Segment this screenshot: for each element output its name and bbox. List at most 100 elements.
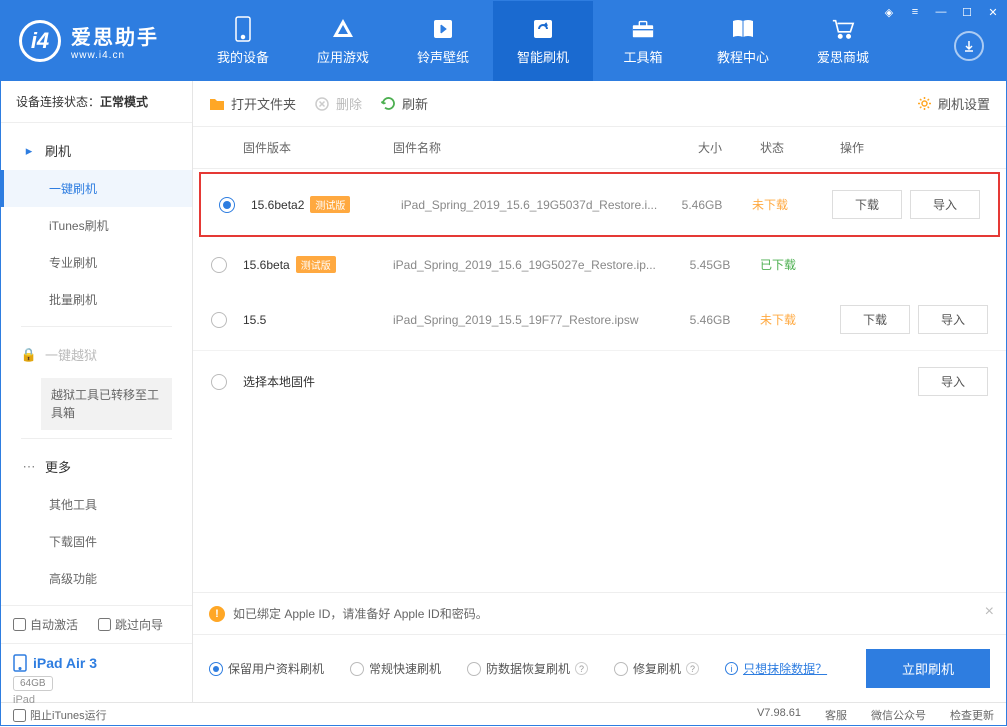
opt-repair[interactable]: 修复刷机? xyxy=(614,660,699,677)
bottom-panel: ! 如已绑定 Apple ID，请准备好 Apple ID和密码。 × 保留用户… xyxy=(193,592,1006,702)
section-jailbreak: 🔒 一键越狱 xyxy=(1,335,192,374)
section-more[interactable]: ⋯ 更多 xyxy=(1,447,192,486)
delete-button[interactable]: 删除 xyxy=(314,94,362,113)
radio-select[interactable] xyxy=(219,197,251,213)
wechat-link[interactable]: 微信公众号 xyxy=(871,707,926,723)
apps-icon xyxy=(331,17,355,41)
col-size: 大小 xyxy=(670,139,750,156)
device-type: iPad xyxy=(13,694,180,706)
warn-icon: ! xyxy=(209,606,225,622)
version-label: V7.98.61 xyxy=(757,707,801,723)
col-version: 固件版本 xyxy=(243,139,393,156)
device-capacity: 64GB xyxy=(13,676,53,691)
device-info: iPad Air 3 64GB iPad xyxy=(1,643,192,716)
jailbreak-note: 越狱工具已转移至工具箱 xyxy=(41,378,172,430)
opt-keep-data[interactable]: 保留用户资料刷机 xyxy=(209,660,324,677)
tab-media[interactable]: 铃声壁纸 xyxy=(393,1,493,81)
flash-options: 保留用户资料刷机 常规快速刷机 防数据恢复刷机? 修复刷机? i只想抹除数据？ … xyxy=(193,634,1006,702)
section-flash[interactable]: ▸ 刷机 xyxy=(1,131,192,170)
sidebar-item-itunes[interactable]: iTunes刷机 xyxy=(1,207,192,244)
col-name: 固件名称 xyxy=(393,139,670,156)
support-link[interactable]: 客服 xyxy=(825,707,847,723)
firmware-row[interactable]: 15.5 iPad_Spring_2019_15.5_19F77_Restore… xyxy=(193,289,1006,351)
skin-icon[interactable]: ◈ xyxy=(880,3,898,21)
firmware-row-local[interactable]: 选择本地固件 导入 xyxy=(193,351,1006,412)
help-icon[interactable]: ? xyxy=(686,662,699,675)
more-icon: ⋯ xyxy=(21,459,37,475)
media-icon xyxy=(431,17,455,41)
update-link[interactable]: 检查更新 xyxy=(950,707,994,723)
book-icon xyxy=(731,17,755,41)
block-itunes-checkbox[interactable]: 阻止iTunes运行 xyxy=(13,707,107,723)
import-button[interactable]: 导入 xyxy=(918,367,988,396)
device-icon xyxy=(231,17,255,41)
firmware-row[interactable]: 15.6beta2测试版 iPad_Spring_2019_15.6_19G50… xyxy=(201,174,998,235)
app-title: 爱思助手 xyxy=(71,21,159,50)
auto-activate-checkbox[interactable]: 自动激活 xyxy=(13,616,78,633)
close-warning-icon[interactable]: × xyxy=(985,603,994,621)
nav-tabs: 我的设备 应用游戏 铃声壁纸 智能刷机 工具箱 教程中心 爱思商城 xyxy=(193,1,893,81)
close-icon[interactable]: ✕ xyxy=(984,3,1002,21)
window-controls: ◈ ≡ — ☐ ✕ xyxy=(880,3,1002,21)
maximize-icon[interactable]: ☐ xyxy=(958,3,976,21)
firmware-row[interactable]: 15.6beta测试版 iPad_Spring_2019_15.6_19G502… xyxy=(193,240,1006,289)
sidebar-item-advanced[interactable]: 高级功能 xyxy=(1,560,192,597)
radio-select[interactable] xyxy=(211,257,243,273)
tab-my-device[interactable]: 我的设备 xyxy=(193,1,293,81)
opt-fast[interactable]: 常规快速刷机 xyxy=(350,660,441,677)
toolbox-icon xyxy=(631,17,655,41)
skip-guide-checkbox[interactable]: 跳过向导 xyxy=(98,616,163,633)
import-button[interactable]: 导入 xyxy=(918,305,988,334)
device-name[interactable]: iPad Air 3 xyxy=(13,654,180,672)
sidebar-item-pro[interactable]: 专业刷机 xyxy=(1,244,192,281)
download-button[interactable]: 下载 xyxy=(840,305,910,334)
sidebar-item-batch[interactable]: 批量刷机 xyxy=(1,281,192,318)
header: i4 爱思助手 www.i4.cn 我的设备 应用游戏 铃声壁纸 智能刷机 工具… xyxy=(1,1,1006,81)
tab-tutorials[interactable]: 教程中心 xyxy=(693,1,793,81)
col-ops: 操作 xyxy=(830,139,990,156)
erase-link[interactable]: 只想抹除数据？ xyxy=(743,660,827,677)
refresh-button[interactable]: 刷新 xyxy=(380,94,428,113)
minimize-icon[interactable]: — xyxy=(932,3,950,21)
radio-select[interactable] xyxy=(211,374,243,390)
warning-bar: ! 如已绑定 Apple ID，请准备好 Apple ID和密码。 × xyxy=(193,593,1006,634)
toolbar: 打开文件夹 删除 刷新 刷机设置 xyxy=(193,81,1006,127)
cart-icon xyxy=(831,17,855,41)
tab-tools[interactable]: 工具箱 xyxy=(593,1,693,81)
col-status: 状态 xyxy=(750,139,830,156)
radio-select[interactable] xyxy=(211,312,243,328)
flash-icon xyxy=(531,17,555,41)
download-button[interactable]: 下载 xyxy=(832,190,902,219)
sidebar: 设备连接状态：正常模式 ▸ 刷机 一键刷机 iTunes刷机 专业刷机 批量刷机… xyxy=(1,81,193,702)
ipad-icon xyxy=(13,654,27,672)
open-folder-button[interactable]: 打开文件夹 xyxy=(209,94,296,113)
help-icon[interactable]: ? xyxy=(575,662,588,675)
lock-icon: 🔒 xyxy=(21,347,37,363)
info-icon[interactable]: i xyxy=(725,662,738,675)
tab-flash[interactable]: 智能刷机 xyxy=(493,1,593,81)
sidebar-item-oneclick[interactable]: 一键刷机 xyxy=(1,170,192,207)
sidebar-item-download[interactable]: 下载固件 xyxy=(1,523,192,560)
sidebar-item-other[interactable]: 其他工具 xyxy=(1,486,192,523)
flash-now-button[interactable]: 立即刷机 xyxy=(866,649,990,688)
beta-tag: 测试版 xyxy=(296,256,336,273)
opt-recovery[interactable]: 防数据恢复刷机? xyxy=(467,660,588,677)
phone-icon: ▸ xyxy=(21,143,37,159)
sidebar-checks: 自动激活 跳过向导 xyxy=(1,605,192,643)
logo-icon: i4 xyxy=(19,20,61,62)
app-subtitle: www.i4.cn xyxy=(71,50,159,61)
download-button[interactable] xyxy=(954,31,984,61)
folder-icon xyxy=(209,96,225,112)
import-button[interactable]: 导入 xyxy=(910,190,980,219)
refresh-icon xyxy=(380,96,396,112)
flash-settings-button[interactable]: 刷机设置 xyxy=(917,94,990,113)
beta-tag: 测试版 xyxy=(310,196,350,213)
delete-icon xyxy=(314,96,330,112)
table-header: 固件版本 固件名称 大小 状态 操作 xyxy=(193,127,1006,169)
logo-area: i4 爱思助手 www.i4.cn xyxy=(1,20,193,62)
tab-apps[interactable]: 应用游戏 xyxy=(293,1,393,81)
tab-store[interactable]: 爱思商城 xyxy=(793,1,893,81)
menu-icon[interactable]: ≡ xyxy=(906,3,924,21)
firmware-list: 15.6beta2测试版 iPad_Spring_2019_15.6_19G50… xyxy=(193,169,1006,412)
main-content: 打开文件夹 删除 刷新 刷机设置 固件版本 固件名称 大小 状态 操作 xyxy=(193,81,1006,702)
